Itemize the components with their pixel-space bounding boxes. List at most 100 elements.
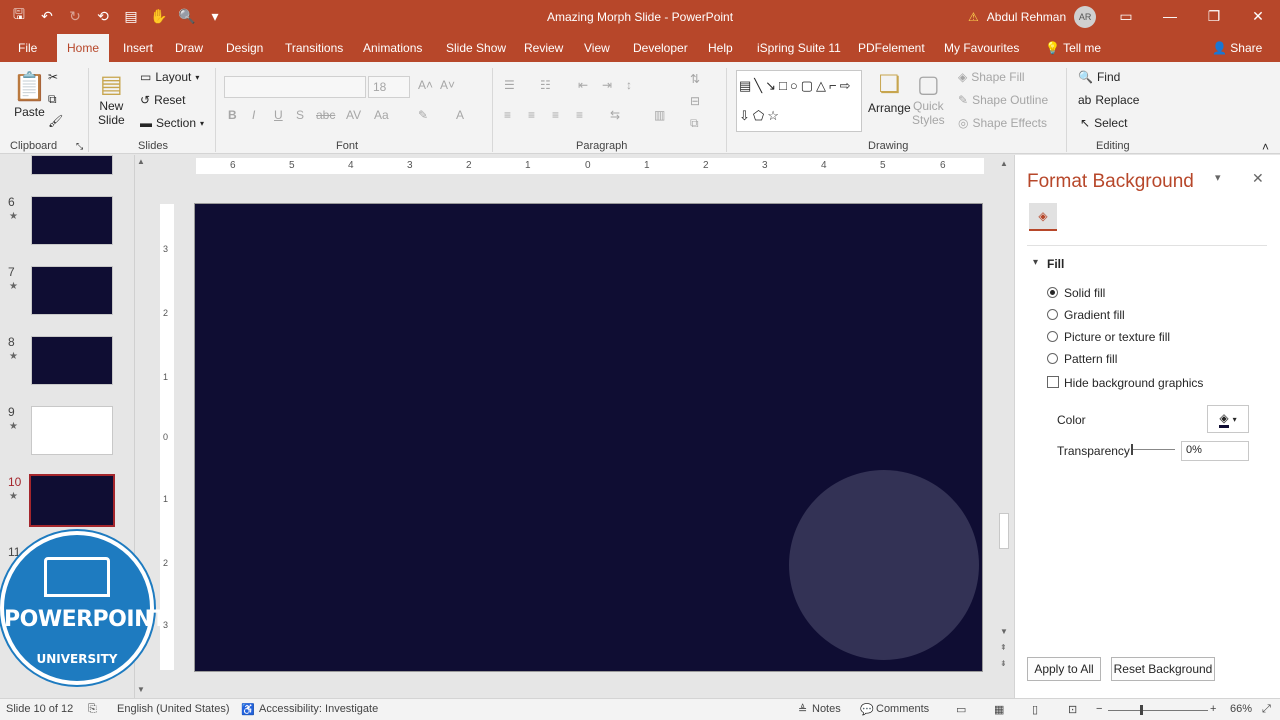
scroll-thumb[interactable] [999,513,1009,549]
italic-icon[interactable]: I [252,108,255,122]
tab-draw[interactable]: Draw [165,34,213,62]
solid-fill-label[interactable]: Solid fill [1064,286,1105,300]
pentagon-icon[interactable]: ⬠ [753,108,764,124]
character-spacing-icon[interactable]: AV [346,108,361,122]
layout-button[interactable]: ▭ Layout ▾ [140,70,199,84]
slider-thumb[interactable] [1131,444,1133,455]
color-picker-button[interactable]: ◈ ▾ [1207,405,1249,433]
new-slide-button[interactable]: ▤ New Slide [98,70,125,127]
language[interactable]: English (United States) [117,703,230,715]
normal-view-icon[interactable]: ▭ [956,703,966,716]
spelling-icon[interactable]: ⎘ [88,703,97,716]
align-text-icon[interactable]: ⊟ [690,94,700,108]
line-spacing-icon[interactable]: ↕ [626,78,632,92]
smartart-icon[interactable]: ⧉ [690,116,699,131]
ribbon-display-icon[interactable]: ▭ [1104,0,1148,32]
fit-to-window-icon[interactable]: ⤢ [1262,703,1271,716]
previous-slide-icon[interactable]: ⇞ [1000,643,1007,652]
notes-icon[interactable]: ≜ [798,703,807,716]
slide-sorter-icon[interactable]: ▦ [994,703,1004,716]
line-icon[interactable]: ╲ [754,78,762,94]
tab-developer[interactable]: Developer [623,34,698,62]
tab-my-favourites[interactable]: My Favourites [934,34,1029,62]
gradient-fill-radio[interactable] [1047,309,1058,320]
gradient-fill-label[interactable]: Gradient fill [1064,308,1125,322]
reset-background-button[interactable]: Reset Background [1111,657,1215,681]
user-account[interactable]: ⚠ Abdul Rehman AR [968,6,1097,28]
replace-button[interactable]: ab Replace [1078,93,1139,107]
increase-indent-icon[interactable]: ⇥ [602,78,612,92]
minimize-icon[interactable]: — [1148,0,1192,32]
right-arrow-icon[interactable]: ⇨ [840,78,851,94]
picture-fill-radio[interactable] [1047,331,1058,342]
hide-background-checkbox[interactable] [1047,376,1059,388]
dialog-launcher-icon[interactable]: ⤡ [76,141,83,152]
tab-view[interactable]: View [574,34,620,62]
tab-slide-show[interactable]: Slide Show [436,34,516,62]
text-direction-vertical-icon[interactable]: ⇅ [690,72,700,86]
copy-icon[interactable]: ⧉ [48,92,57,107]
shadow-icon[interactable]: S [296,108,304,122]
apply-to-all-button[interactable]: Apply to All [1027,657,1101,681]
scroll-up-icon[interactable]: ▲ [137,157,145,166]
arrow-line-icon[interactable]: ↘ [765,78,776,94]
arrange-button[interactable]: ❏ Arrange [868,70,911,115]
slide-thumbnail-10[interactable] [29,474,115,527]
quick-styles-button[interactable]: ▢ Quick Styles [912,70,945,127]
chevron-down-icon[interactable]: ▾ [1033,257,1038,268]
hide-background-label[interactable]: Hide background graphics [1064,376,1203,390]
elbow-icon[interactable]: ⌐ [829,78,837,94]
share-button[interactable]: 👤 Share [1202,34,1272,62]
zoom-in-icon[interactable]: + [1210,703,1216,715]
oval-icon[interactable]: ○ [790,78,798,94]
down-arrow-icon[interactable]: ⇩ [739,108,750,124]
tab-animations[interactable]: Animations [353,34,432,62]
notes-button[interactable]: Notes [812,703,841,715]
pattern-fill-label[interactable]: Pattern fill [1064,352,1117,366]
font-name-dropdown[interactable] [224,76,366,98]
comments-icon[interactable]: 💬 [860,703,874,716]
rounded-rect-icon[interactable]: ▢ [801,78,813,94]
font-color-icon[interactable]: A [456,108,464,122]
cut-icon[interactable]: ✂ [48,70,58,84]
scroll-up-icon[interactable]: ▲ [1000,159,1008,168]
tab-help[interactable]: Help [698,34,743,62]
tab-review[interactable]: Review [514,34,573,62]
tab-insert[interactable]: Insert [113,34,163,62]
align-center-icon[interactable]: ≡ [528,108,535,122]
slide-thumbnail-5[interactable] [31,155,113,175]
strikethrough-icon[interactable]: abc [316,108,335,122]
format-painter-icon[interactable]: 🖌 [48,114,63,128]
columns-icon[interactable]: ▥ [654,108,665,122]
slide-thumbnail-7[interactable] [31,266,113,315]
align-left-icon[interactable]: ≡ [504,108,511,122]
accessibility-status[interactable]: Accessibility: Investigate [259,703,378,715]
next-slide-icon[interactable]: ⇟ [1000,659,1007,668]
shape-outline-button[interactable]: ✎ Shape Outline [958,93,1048,107]
current-slide[interactable] [194,203,983,672]
fill-section-header[interactable]: Fill [1047,257,1064,271]
close-icon[interactable]: ✕ [1236,0,1280,32]
select-button[interactable]: ↖ Select [1080,116,1127,130]
tab-transitions[interactable]: Transitions [275,34,353,62]
editor-scrollbar[interactable]: ▲ ▼ ⇞ ⇟ [997,155,1013,685]
comments-button[interactable]: Comments [876,703,929,715]
grow-font-icon[interactable]: A˄ [418,78,433,92]
decrease-indent-icon[interactable]: ⇤ [578,78,588,92]
star-icon[interactable]: ☆ [767,108,779,124]
slideshow-icon[interactable]: ⊡ [1068,703,1077,716]
align-right-icon[interactable]: ≡ [552,108,559,122]
tab-file[interactable]: File [8,34,47,62]
tab-ispring[interactable]: iSpring Suite 11 [747,34,851,62]
reading-view-icon[interactable]: ▯ [1032,703,1038,716]
zoom-slider[interactable] [1108,710,1208,711]
pane-options-icon[interactable]: ▾ [1215,171,1221,184]
collapse-ribbon-icon[interactable]: ˄ [1262,140,1269,154]
pattern-fill-radio[interactable] [1047,353,1058,364]
tab-pdfelement[interactable]: PDFelement [848,34,935,62]
bullets-icon[interactable]: ☰ [504,78,515,92]
scroll-down-icon[interactable]: ▼ [137,685,145,694]
text-box-icon[interactable]: ▤ [739,78,751,94]
shrink-font-icon[interactable]: A˅ [440,78,455,92]
transparency-input[interactable]: 0% [1181,441,1249,461]
